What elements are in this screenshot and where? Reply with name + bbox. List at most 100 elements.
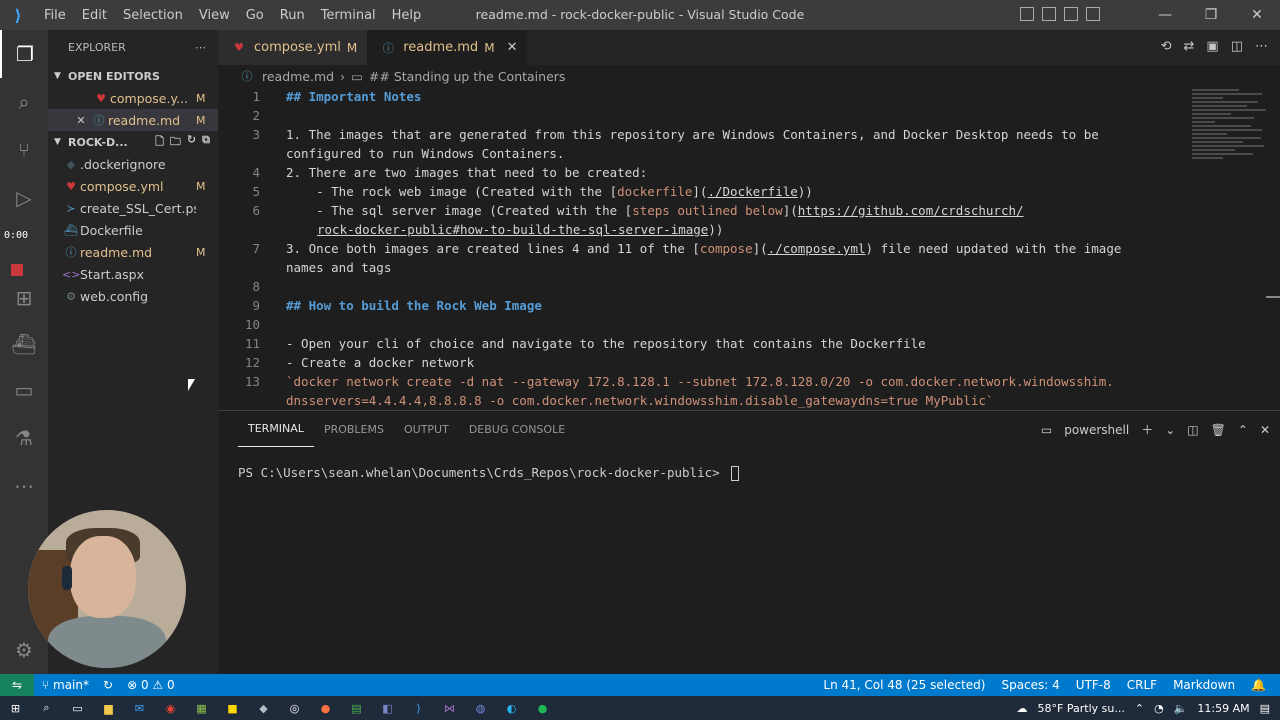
app-icon[interactable]: ▦ xyxy=(186,696,217,720)
refresh-icon[interactable]: ↻ xyxy=(187,133,196,152)
extensions-icon[interactable]: ⊞ xyxy=(0,274,48,322)
preview-icon[interactable]: ▣ xyxy=(1206,39,1218,54)
folder-section[interactable]: ▼ ROCK-D... 🗋 🗀 ↻ ⧉ xyxy=(48,131,218,153)
menu-view[interactable]: View xyxy=(191,8,238,23)
scrollbar-marker[interactable] xyxy=(1266,296,1280,298)
more-actions-icon[interactable]: ⋯ xyxy=(1255,39,1268,54)
weather-text[interactable]: 58°F Partly su... xyxy=(1038,702,1125,715)
discord-icon[interactable]: ◍ xyxy=(465,696,496,720)
run-debug-icon[interactable]: ▷ xyxy=(0,174,48,222)
breadcrumb-symbol[interactable]: ## Standing up the Containers xyxy=(369,69,566,84)
tab-terminal[interactable]: TERMINAL xyxy=(238,411,314,447)
menu-terminal[interactable]: Terminal xyxy=(313,8,384,23)
mail-icon[interactable]: ✉ xyxy=(124,696,155,720)
terminal-prompt[interactable]: PS C:\Users\sean.whelan\Documents\Crds_R… xyxy=(238,465,740,481)
search-icon[interactable]: ⌕ xyxy=(0,78,48,126)
branch-indicator[interactable]: ⑂ main* xyxy=(42,678,89,692)
menu-go[interactable]: Go xyxy=(238,8,272,23)
explorer-icon[interactable]: ❐ xyxy=(0,30,48,78)
sync-icon[interactable]: ↻ xyxy=(103,678,113,692)
menu-help[interactable]: Help xyxy=(384,8,430,23)
indentation[interactable]: Spaces: 4 xyxy=(1001,678,1059,692)
windows-start-icon[interactable]: ⊞ xyxy=(0,696,31,720)
new-folder-icon[interactable]: 🗀 xyxy=(170,133,181,152)
minimize-button[interactable]: — xyxy=(1142,0,1188,30)
toggle-sidebar-icon[interactable] xyxy=(1020,7,1034,21)
open-editor-item[interactable]: ✕ ⓘ readme.md M xyxy=(48,109,218,131)
visual-studio-icon[interactable]: ⋈ xyxy=(434,696,465,720)
task-view-icon[interactable]: ▭ xyxy=(62,696,93,720)
timeline-icon[interactable]: ⟲ xyxy=(1161,39,1172,54)
app-icon[interactable]: ◎ xyxy=(279,696,310,720)
excel-icon[interactable]: ▤ xyxy=(341,696,372,720)
split-editor-icon[interactable]: ◫ xyxy=(1231,39,1243,54)
notification-center-icon[interactable]: ▤ xyxy=(1260,702,1270,715)
split-terminal-icon[interactable]: ◫ xyxy=(1187,423,1198,437)
customize-layout-icon[interactable] xyxy=(1086,7,1100,21)
encoding[interactable]: UTF-8 xyxy=(1076,678,1111,692)
language-mode[interactable]: Markdown xyxy=(1173,678,1235,692)
link-url[interactable]: ./Dockerfile xyxy=(707,184,797,199)
file-item[interactable]: ♥ compose.yml M xyxy=(48,175,218,197)
app-icon[interactable]: ◆ xyxy=(248,696,279,720)
code-editor[interactable]: 1 2 3 4 5 6 7 8 9 10 11 12 13 ## Importa… xyxy=(218,87,1188,409)
menu-file[interactable]: File xyxy=(36,8,74,23)
file-explorer-icon[interactable]: ▆ xyxy=(93,696,124,720)
restore-button[interactable]: ❐ xyxy=(1188,0,1234,30)
link-url[interactable]: https://github.com/crdschurch/ xyxy=(798,203,1024,218)
notifications-icon[interactable]: 🔔 xyxy=(1251,678,1266,692)
vscode-taskbar-icon[interactable]: ⟩ xyxy=(403,696,434,720)
toggle-secondary-sidebar-icon[interactable] xyxy=(1064,7,1078,21)
open-changes-icon[interactable]: ⇄ xyxy=(1184,39,1195,54)
file-item[interactable]: ◆ .dockerignore xyxy=(48,153,218,175)
menu-edit[interactable]: Edit xyxy=(74,8,115,23)
line-ending[interactable]: CRLF xyxy=(1127,678,1157,692)
app-icon[interactable]: ◧ xyxy=(372,696,403,720)
shell-name[interactable]: powershell xyxy=(1064,423,1129,437)
more-icon[interactable]: ⋯ xyxy=(0,462,48,510)
search-icon[interactable]: ⌕ xyxy=(31,696,62,720)
collapse-all-icon[interactable]: ⧉ xyxy=(202,133,210,152)
tab-debug-console[interactable]: DEBUG CONSOLE xyxy=(459,411,575,447)
maximize-panel-icon[interactable]: ⌃ xyxy=(1238,423,1248,437)
file-item[interactable]: <> Start.aspx xyxy=(48,263,218,285)
volume-icon[interactable]: 🔈 xyxy=(1174,702,1188,715)
file-item[interactable]: ⓘ readme.md M xyxy=(48,241,218,263)
menu-run[interactable]: Run xyxy=(272,8,313,23)
open-editors-section[interactable]: ▼ OPEN EDITORS xyxy=(48,65,218,87)
cursor-position[interactable]: Ln 41, Col 48 (25 selected) xyxy=(823,678,985,692)
chrome-icon[interactable]: ◉ xyxy=(155,696,186,720)
tab-problems[interactable]: PROBLEMS xyxy=(314,411,394,447)
close-tab-icon[interactable]: ✕ xyxy=(507,40,518,55)
kill-terminal-icon[interactable]: 🗑 xyxy=(1211,423,1226,437)
close-icon[interactable]: ✕ xyxy=(72,114,90,127)
new-terminal-icon[interactable]: ＋ xyxy=(1141,421,1153,438)
menu-selection[interactable]: Selection xyxy=(115,8,191,23)
remote-indicator-icon[interactable]: ⇋ xyxy=(0,674,34,696)
network-icon[interactable]: ◔ xyxy=(1154,702,1164,715)
app-icon[interactable]: ◐ xyxy=(496,696,527,720)
close-window-button[interactable]: ✕ xyxy=(1234,0,1280,30)
file-item[interactable]: ⚙ web.config xyxy=(48,285,218,307)
breadcrumb-file[interactable]: readme.md xyxy=(262,69,334,84)
close-panel-icon[interactable]: ✕ xyxy=(1260,423,1270,437)
spotify-icon[interactable]: ● xyxy=(527,696,558,720)
tab-compose-yml[interactable]: ♥ compose.yml M xyxy=(218,30,368,65)
testing-icon[interactable]: ⚗ xyxy=(0,414,48,462)
problems-indicator[interactable]: ⊗ 0 ⚠ 0 xyxy=(127,678,175,692)
explorer-more-icon[interactable]: ⋯ xyxy=(195,41,206,54)
chevron-down-icon[interactable]: ⌄ xyxy=(1165,423,1175,437)
clock[interactable]: 11:59 AM xyxy=(1197,702,1249,715)
tray-icon[interactable]: ⌃ xyxy=(1135,702,1144,715)
tab-readme-md[interactable]: ⓘ readme.md M ✕ xyxy=(367,30,528,65)
remote-explorer-icon[interactable]: ▭ xyxy=(0,366,48,414)
file-item[interactable]: ⛴ Dockerfile xyxy=(48,219,218,241)
file-item[interactable]: ≻ create_SSL_Cert.ps1 xyxy=(48,197,218,219)
toggle-panel-icon[interactable] xyxy=(1042,7,1056,21)
docker-icon[interactable]: ⛴ xyxy=(0,320,48,368)
app-icon[interactable]: ■ xyxy=(217,696,248,720)
new-file-icon[interactable]: 🗋 xyxy=(155,133,164,152)
link-url[interactable]: rock-docker-public#how-to-build-the-sql-… xyxy=(317,222,708,237)
link-url[interactable]: ./compose.yml xyxy=(768,241,866,256)
minimap[interactable] xyxy=(1188,87,1267,177)
